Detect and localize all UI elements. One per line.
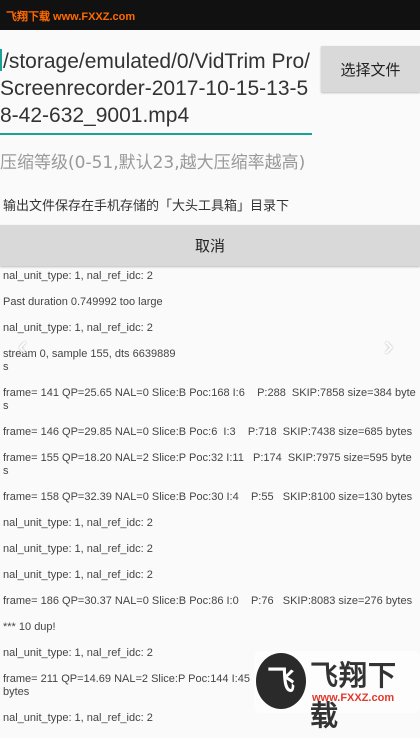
log-line: nal_unit_type: 1, nal_ref_idc: 2: [3, 322, 153, 334]
log-line: frame= 141 QP=25.65 NAL=0 Slice:B Poc:16…: [3, 387, 416, 412]
log-line: nal_unit_type: 1, nal_ref_idc: 2: [3, 569, 153, 581]
compression-level-input[interactable]: 压缩等级(0-51,默认23,越大压缩率越高): [0, 150, 420, 176]
file-path-text: /storage/emulated/0/VidTrim Pro/Screenre…: [0, 50, 310, 127]
log-line: nal_unit_type: 1, nal_ref_idc: 2: [3, 517, 153, 529]
logo-url: www.FXXZ.com: [312, 692, 395, 704]
log-line: frame= 158 QP=32.39 NAL=0 Slice:B Poc:30…: [3, 491, 413, 503]
log-line: Past duration 0.749992 too large: [3, 296, 163, 308]
chevron-left-icon[interactable]: ‹: [18, 330, 27, 362]
status-bar: 飞翔下载 www.FXXZ.com: [0, 0, 420, 30]
log-line: nal_unit_type: 1, nal_ref_idc: 2: [3, 543, 153, 555]
file-path-field[interactable]: /storage/emulated/0/VidTrim Pro/Screenre…: [0, 48, 312, 135]
text-cursor: [0, 49, 2, 71]
cancel-button[interactable]: 取消: [0, 225, 420, 266]
log-line: frame= 146 QP=29.85 NAL=0 Slice:B Poc:6 …: [3, 426, 413, 438]
watermark-logo: 飞 飞翔下载 www.FXXZ.com: [254, 651, 420, 732]
log-line: *** 10 dup!: [3, 621, 56, 633]
log-line: frame= 155 QP=18.20 NAL=2 Slice:P Poc:32…: [3, 452, 412, 477]
logo-badge: 飞: [256, 653, 306, 709]
status-watermark: 飞翔下载 www.FXXZ.com: [6, 11, 136, 23]
log-line: nal_unit_type: 1, nal_ref_idc: 2: [3, 270, 153, 282]
select-file-button[interactable]: 选择文件: [321, 46, 420, 92]
output-note: 输出文件保存在手机存储的「大头工具箱」目录下: [3, 199, 290, 214]
log-line: frame= 186 QP=30.37 NAL=0 Slice:B Poc:86…: [3, 595, 413, 607]
log-line: stream 0, sample 155, dts 6639889 s: [3, 348, 176, 373]
chevron-right-icon[interactable]: ›: [384, 330, 393, 362]
